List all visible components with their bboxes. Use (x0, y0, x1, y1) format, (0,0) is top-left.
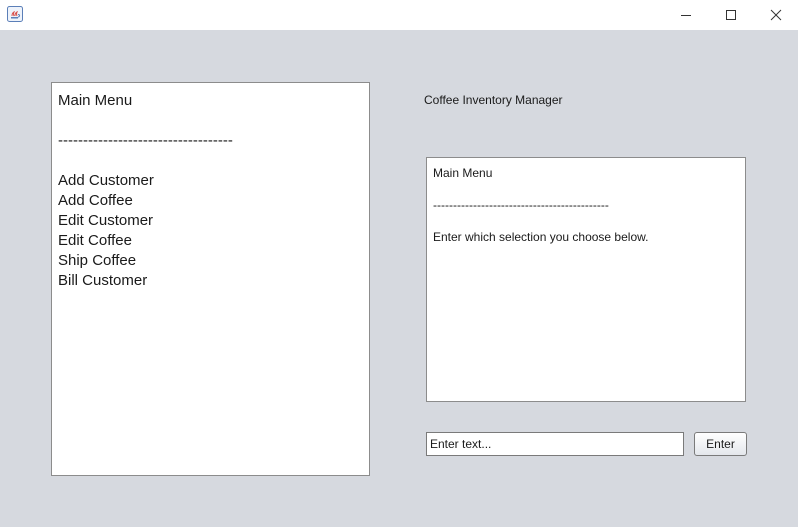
main-menu-panel[interactable]: Main Menu ------------------------------… (51, 82, 370, 476)
menu-divider: ----------------------------------- (58, 132, 233, 149)
enter-button[interactable]: Enter (694, 432, 747, 456)
menu-item-edit-coffee: Edit Coffee (58, 232, 132, 249)
menu-item-ship-coffee: Ship Coffee (58, 252, 137, 269)
java-icon[interactable] (7, 6, 23, 22)
menu-heading: Main Menu (58, 92, 133, 109)
menu-spacer (58, 151, 363, 171)
menu-spacer (58, 111, 363, 131)
output-spacer (433, 181, 739, 197)
close-button[interactable] (753, 0, 798, 30)
menu-item-add-coffee: Add Coffee (58, 192, 133, 209)
maximize-button[interactable] (708, 0, 753, 30)
minimize-icon (680, 15, 691, 16)
menu-item-edit-customer: Edit Customer (58, 212, 154, 229)
output-divider: ----------------------------------------… (433, 198, 609, 212)
title-bar (0, 0, 798, 30)
minimize-button[interactable] (663, 0, 708, 30)
close-icon (770, 9, 781, 21)
menu-item-bill-customer: Bill Customer (58, 272, 148, 289)
output-spacer (433, 213, 739, 229)
output-heading: Main Menu (433, 166, 493, 180)
maximize-icon (725, 10, 736, 20)
menu-item-add-customer: Add Customer (58, 172, 154, 189)
selection-input[interactable] (426, 432, 684, 456)
output-panel[interactable]: Main Menu ------------------------------… (426, 157, 746, 402)
output-instruction: Enter which selection you choose below. (433, 230, 649, 244)
page-title: Coffee Inventory Manager (424, 93, 563, 107)
